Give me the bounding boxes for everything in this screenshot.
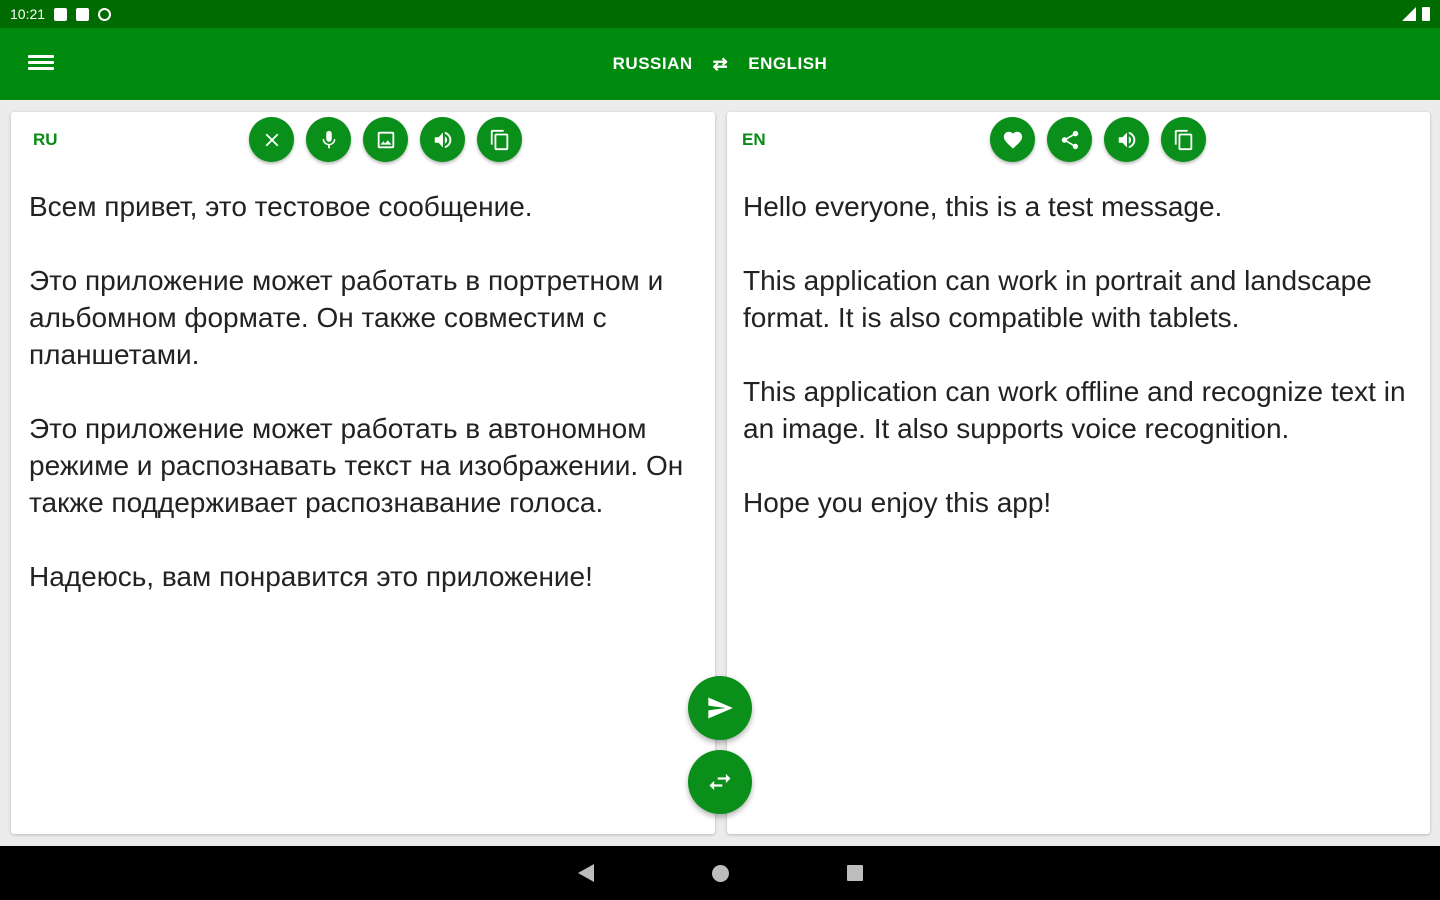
source-paragraph: Всем привет, это тестовое сообщение. bbox=[29, 191, 533, 222]
language-switcher: RUSSIAN ⇄ ENGLISH bbox=[613, 54, 828, 75]
heart-icon bbox=[1003, 131, 1022, 149]
microphone-icon bbox=[322, 130, 335, 148]
share-icon bbox=[1061, 130, 1078, 149]
swap-icon bbox=[709, 773, 731, 791]
target-language-label[interactable]: ENGLISH bbox=[748, 54, 827, 74]
volume-icon bbox=[1118, 131, 1135, 148]
back-icon[interactable] bbox=[577, 864, 594, 882]
microphone-button[interactable] bbox=[306, 117, 351, 162]
copy-button[interactable] bbox=[1161, 117, 1206, 162]
copy-icon bbox=[1174, 129, 1192, 150]
source-lang-code: RU bbox=[33, 130, 58, 149]
notification-icon bbox=[54, 7, 68, 21]
swap-languages-fab[interactable] bbox=[688, 750, 752, 814]
status-time: 10:21 bbox=[10, 6, 46, 22]
swap-arrows-icon[interactable]: ⇄ bbox=[713, 54, 729, 75]
sd-card-icon bbox=[76, 7, 90, 21]
system-nav-bar bbox=[0, 846, 1440, 900]
translate-fab[interactable] bbox=[688, 676, 752, 740]
share-button[interactable] bbox=[1047, 117, 1092, 162]
menu-icon[interactable] bbox=[28, 52, 54, 76]
image-icon bbox=[377, 131, 394, 148]
source-language-label[interactable]: RUSSIAN bbox=[613, 54, 693, 74]
battery-icon bbox=[1422, 7, 1430, 21]
copy-button[interactable] bbox=[477, 117, 522, 162]
image-button[interactable] bbox=[363, 117, 408, 162]
target-actions bbox=[990, 117, 1206, 162]
target-lang-code: EN bbox=[742, 130, 766, 149]
status-bar: 10:21 bbox=[0, 0, 1440, 28]
target-paragraph: This application can work in portrait an… bbox=[743, 265, 1372, 333]
favorite-button[interactable] bbox=[990, 117, 1035, 162]
recents-icon[interactable] bbox=[846, 865, 863, 881]
source-text[interactable]: Всем привет, это тестовое сообщение. Это… bbox=[29, 188, 699, 632]
home-icon[interactable] bbox=[711, 864, 729, 882]
signal-icon bbox=[1402, 7, 1416, 21]
source-paragraph: Это приложение может работать в автономн… bbox=[29, 413, 684, 518]
copy-icon bbox=[490, 129, 508, 150]
target-paragraph: Hello everyone, this is a test message. bbox=[743, 191, 1223, 222]
source-actions bbox=[249, 117, 522, 162]
target-text: Hello everyone, this is a test message. … bbox=[743, 188, 1423, 558]
close-icon bbox=[265, 133, 278, 146]
target-paragraph: Hope you enjoy this app! bbox=[743, 487, 1052, 518]
speaker-button[interactable] bbox=[1104, 117, 1149, 162]
send-icon bbox=[708, 697, 733, 719]
app-bar: RUSSIAN ⇄ ENGLISH bbox=[0, 28, 1440, 100]
source-panel: RU Всем привет, это тестовое сообщение. … bbox=[11, 112, 715, 834]
speaker-button[interactable] bbox=[420, 117, 465, 162]
source-paragraph: Надеюсь, вам понравится это приложение! bbox=[29, 561, 593, 592]
target-panel: EN Hello everyone, this is a test messag… bbox=[727, 112, 1430, 834]
source-paragraph: Это приложение может работать в портретн… bbox=[29, 265, 664, 370]
target-paragraph: This application can work offline and re… bbox=[743, 376, 1406, 444]
volume-icon bbox=[434, 131, 451, 148]
clear-button[interactable] bbox=[249, 117, 294, 162]
sync-off-icon bbox=[98, 7, 112, 21]
